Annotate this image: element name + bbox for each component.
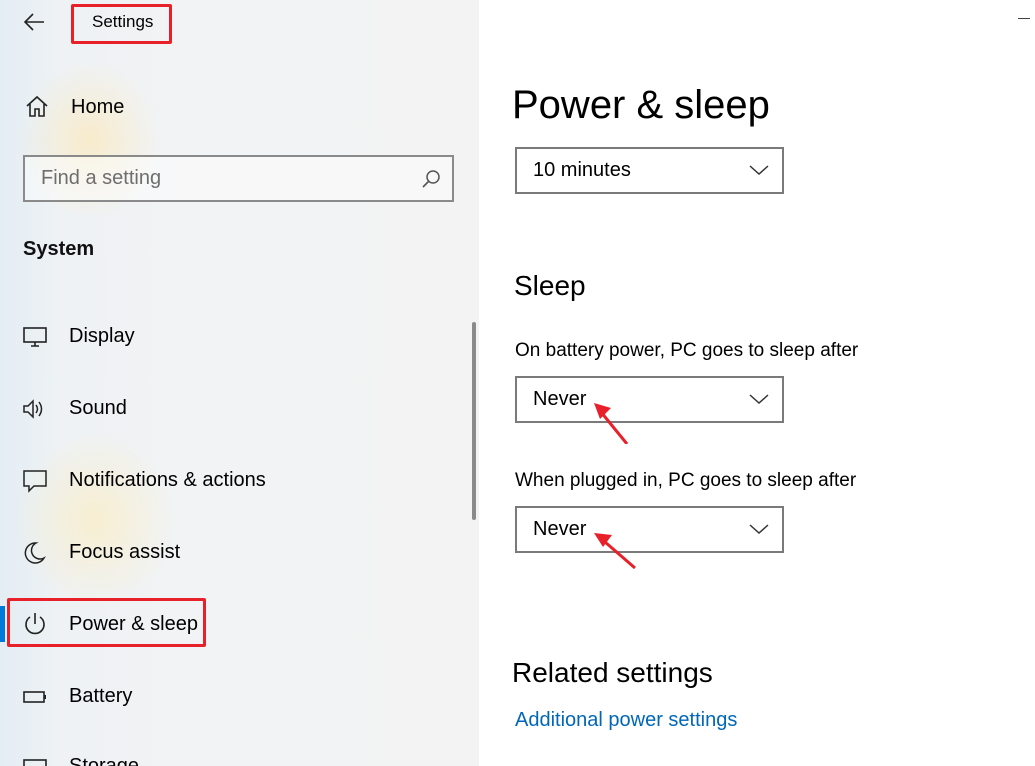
additional-power-settings-link[interactable]: Additional power settings [515, 709, 737, 732]
sidebar-item-label: Focus assist [69, 541, 181, 563]
search-placeholder: Find a setting [41, 167, 162, 189]
monitor-icon [23, 327, 47, 347]
search-icon[interactable] [420, 168, 442, 190]
chevron-down-icon [749, 394, 769, 405]
sidebar: Settings Home Find a setting System Disp… [0, 0, 479, 766]
dropdown-value: Never [533, 518, 587, 540]
sidebar-item-label: Display [69, 325, 135, 347]
storage-icon [23, 759, 47, 766]
window-title: Settings [92, 12, 154, 31]
main-content: Power & sleep 10 minutes Sleep On batter… [479, 0, 1035, 766]
annotation-arrow-icon [594, 533, 636, 570]
message-icon [23, 470, 47, 493]
annotation-arrow-icon [594, 403, 629, 444]
sidebar-item-label: Sound [69, 397, 127, 419]
sidebar-item-label: Battery [69, 685, 133, 707]
related-settings-heading: Related settings [512, 657, 713, 688]
screen-timeout-dropdown[interactable]: 10 minutes [515, 147, 784, 194]
page-title: Power & sleep [512, 83, 770, 127]
sidebar-item-label: Notifications & actions [69, 469, 266, 491]
home-icon [26, 95, 48, 117]
power-annotation-box [7, 598, 206, 647]
moon-icon [24, 542, 46, 564]
chevron-down-icon [749, 524, 769, 535]
sidebar-item-label: Storage [69, 755, 140, 766]
dropdown-value: 10 minutes [533, 159, 631, 181]
speaker-icon [23, 399, 43, 419]
sleep-heading: Sleep [514, 270, 586, 301]
battery-sleep-dropdown[interactable]: Never [515, 376, 784, 423]
chevron-down-icon [749, 165, 769, 176]
minimize-icon[interactable] [1018, 18, 1030, 19]
back-arrow-icon[interactable] [22, 9, 48, 35]
battery-sleep-label: On battery power, PC goes to sleep after [515, 340, 859, 361]
battery-icon [23, 691, 46, 703]
dropdown-value: Never [533, 388, 587, 410]
sidebar-scrollbar[interactable] [472, 322, 476, 520]
search-input[interactable]: Find a setting [23, 155, 454, 202]
plugged-sleep-label: When plugged in, PC goes to sleep after [515, 470, 857, 491]
section-heading: System [23, 238, 95, 260]
active-indicator [0, 606, 5, 642]
plugged-sleep-dropdown[interactable]: Never [515, 506, 784, 553]
sidebar-item-label: Home [71, 96, 125, 118]
